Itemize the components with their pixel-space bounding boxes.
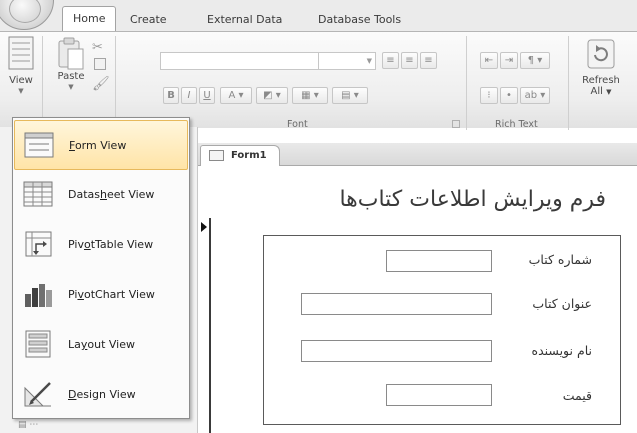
author-name-field[interactable] [301,340,492,362]
tab-database-tools[interactable]: Database Tools [318,8,401,32]
cut-icon[interactable]: ✂ [92,40,103,55]
menu-item-form-view[interactable]: Form View [14,120,188,170]
italic-icon[interactable]: I [181,87,197,104]
price-label: قیمت [562,388,592,403]
office-logo-icon [9,0,41,23]
ribbon-separator [115,36,116,130]
refresh-button-sub: All ▼ [577,86,625,98]
author-name-label: نام نویسنده [531,343,592,358]
view-button-label: View [9,75,33,86]
label-pre: La [68,338,81,351]
menu-item-design-view[interactable]: Design View [14,370,188,420]
menu-item-layout-view[interactable]: Layout View [14,320,188,370]
paste-icon [58,37,84,70]
fill-color-icon[interactable]: ◩ ▾ [256,87,288,104]
label-pre: Piv [68,238,84,251]
form-view-icon [24,132,54,158]
pivottable-view-icon [25,231,52,257]
highlight-icon[interactable]: ab ▾ [520,87,550,104]
refresh-sub-label: All [590,86,603,97]
font-name-combo[interactable]: ▼ [160,52,334,70]
menu-item-label: PivotChart View [68,270,155,320]
book-number-label: شماره کتاب [528,252,592,267]
tab-create-label: Create [130,13,167,26]
accelerator-key: h [100,188,107,201]
menu-item-pivotchart-view[interactable]: PivotChart View [14,270,188,320]
font-size-combo[interactable]: ▼ [318,52,376,70]
view-icon [8,36,34,70]
view-dropdown-menu: Form View Datasheet View PivotTable View [12,117,190,419]
tab-home-label: Home [73,12,106,25]
form1-tab-label: Form1 [231,150,267,161]
paste-dropdown-arrow-icon: ▼ [68,83,74,91]
align-right-icon[interactable]: ≡ [420,52,437,69]
ribbon-separator [568,36,569,130]
book-title-field[interactable] [301,293,492,315]
refresh-dropdown-arrow-icon: ▼ [606,88,612,96]
font-dialog-launcher-icon[interactable] [452,120,460,128]
copy-icon[interactable] [94,58,106,70]
tab-database-tools-label: Database Tools [318,13,402,26]
label-post: otChart View [83,288,155,301]
rich-text-group-label: Rich Text [495,119,538,130]
menu-item-label: Layout View [68,320,135,370]
menu-item-label: Form View [69,121,126,171]
tab-external-data[interactable]: External Data [207,8,282,32]
menu-item-label: Datasheet View [68,170,154,220]
view-dropdown-arrow-icon: ▼ [18,87,24,95]
underline-icon[interactable]: U [199,87,215,104]
format-painter-icon[interactable]: 🖌 [92,76,110,92]
align-left-icon[interactable]: ≡ [382,52,399,69]
pivotchart-view-icon [25,284,52,307]
view-button[interactable]: View ▼ [3,36,39,97]
label-post: out View [87,338,136,351]
refresh-all-button[interactable]: Refresh All ▼ [577,38,625,98]
refresh-icon [587,39,615,69]
numbering-icon[interactable]: ⁝ [480,87,498,104]
align-center-icon[interactable]: ≡ [401,52,418,69]
refresh-button-label: Refresh [582,75,620,86]
form1-tab[interactable]: Form1 [200,145,280,166]
decrease-indent-icon[interactable]: ⇤ [480,52,498,69]
record-selector[interactable] [198,218,211,433]
tab-home[interactable]: Home [62,6,117,33]
paste-button[interactable]: Paste ▼ [48,36,94,93]
gridlines-icon[interactable]: ▦ ▾ [292,87,328,104]
layout-view-icon [25,330,51,358]
bold-icon[interactable]: B [163,87,179,104]
form-title: فرم ویرایش اطلاعات کتاب‌ها [339,187,606,212]
ribbon-separator [42,36,43,130]
datasheet-view-icon [23,181,53,207]
label-post: eet View [106,188,155,201]
design-view-icon [24,382,51,407]
tab-external-data-label: External Data [207,13,283,26]
tab-create[interactable]: Create [130,8,167,32]
bullets-icon[interactable]: • [500,87,518,104]
label-post: orm View [74,139,127,152]
menu-item-pivottable-view[interactable]: PivotTable View [14,220,188,270]
book-number-field[interactable] [386,250,492,272]
accelerator-key: o [83,238,91,251]
menu-item-label: PivotTable View [68,220,153,270]
form-object-icon [209,150,224,161]
price-field[interactable] [386,384,492,406]
paragraph-direction-icon[interactable]: ¶ ▾ [520,52,550,69]
label-pre: Datas [68,188,100,201]
nav-pane-item[interactable]: ▤ ⋯ [18,420,48,430]
menu-item-label: Design View [68,370,136,420]
font-group-label: Font [287,119,308,130]
label-post: esign View [76,388,136,401]
ribbon-separator [466,36,467,130]
font-size-arrow-icon: ▼ [366,57,372,65]
font-color-icon[interactable]: A ▾ [220,87,252,104]
alternate-fill-icon[interactable]: ▤ ▾ [332,87,368,104]
current-record-arrow-icon [201,222,207,232]
menu-item-datasheet-view[interactable]: Datasheet View [14,170,188,220]
book-title-label: عنوان کتاب [532,296,592,311]
paste-button-label: Paste [57,71,85,82]
increase-indent-icon[interactable]: ⇥ [500,52,518,69]
label-post: tTable View [90,238,154,251]
